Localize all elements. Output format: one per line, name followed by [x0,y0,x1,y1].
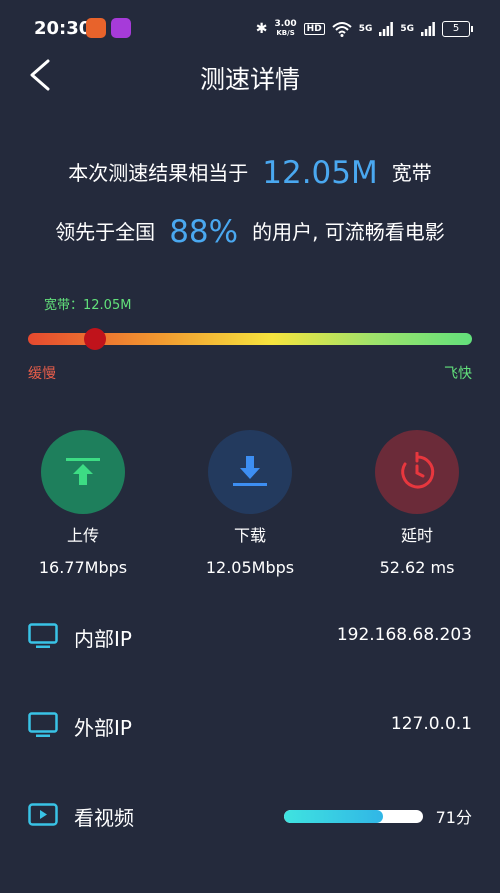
hd-voice-icon: HD [303,23,325,35]
video-score-fill [284,810,383,823]
download-circle [208,430,292,514]
speed-scale-indicator [83,328,106,350]
battery-icon: 5 [442,21,473,37]
slow-label: 缓慢 [28,366,56,382]
header-bar: 测速详情 [0,50,500,100]
signal-bars-icon [379,22,394,36]
video-score-bar [284,810,423,823]
download-metric: 下载 12.05Mbps [170,430,330,577]
internal-ip-row: 内部IP 192.168.68.203 [28,617,472,657]
upload-circle [41,430,125,514]
fast-label: 飞快 [444,366,472,382]
video-play-icon [28,803,58,826]
external-ip-row: 外部IP 127.0.0.1 [28,706,472,746]
latency-value: 52.62 ms [379,558,455,577]
signal-5g-label: 5G [358,24,373,34]
page-title: 测速详情 [199,65,300,94]
notification-app-icon [111,18,131,38]
bandwidth-label: 宽带：12.05M [44,298,132,313]
ranking-summary-line: 领先于全国 88% 的用户, 可流畅看电影 [55,214,445,250]
upload-speed: 16.77Mbps [38,558,128,577]
latency-metric: 延时 52.62 ms [337,430,497,577]
bluetooth-icon: ✱ [255,21,268,37]
upload-icon [66,458,100,485]
monitor-icon [28,623,58,648]
signal-5g-label: 5G [400,24,414,34]
monitor-icon [28,712,58,737]
notification-app-icon [86,18,106,38]
internal-ip-value: 192.168.68.203 [336,625,472,645]
bandwidth-equivalent: 12.05M [262,155,378,191]
download-speed: 12.05Mbps [205,558,295,577]
ranking-percent: 88% [169,214,239,250]
external-ip-value: 127.0.0.1 [390,714,472,734]
status-time: 20:30 [34,18,92,39]
upload-metric: 上传 16.77Mbps [3,430,163,577]
result-summary-line: 本次测速结果相当于 12.05M 宽带 [68,155,432,191]
download-icon [233,456,267,486]
status-icons: ✱ 3.00 KB/S HD 5G 5G 5 [255,18,473,40]
timer-icon [401,452,435,489]
wifi-icon [332,22,352,37]
latency-circle [375,430,459,514]
video-score: 71分 [435,808,472,827]
signal-bars-icon [421,22,435,36]
video-row: 看视频 71分 [28,796,472,836]
network-speed: 3.00 KB/S [274,19,297,38]
